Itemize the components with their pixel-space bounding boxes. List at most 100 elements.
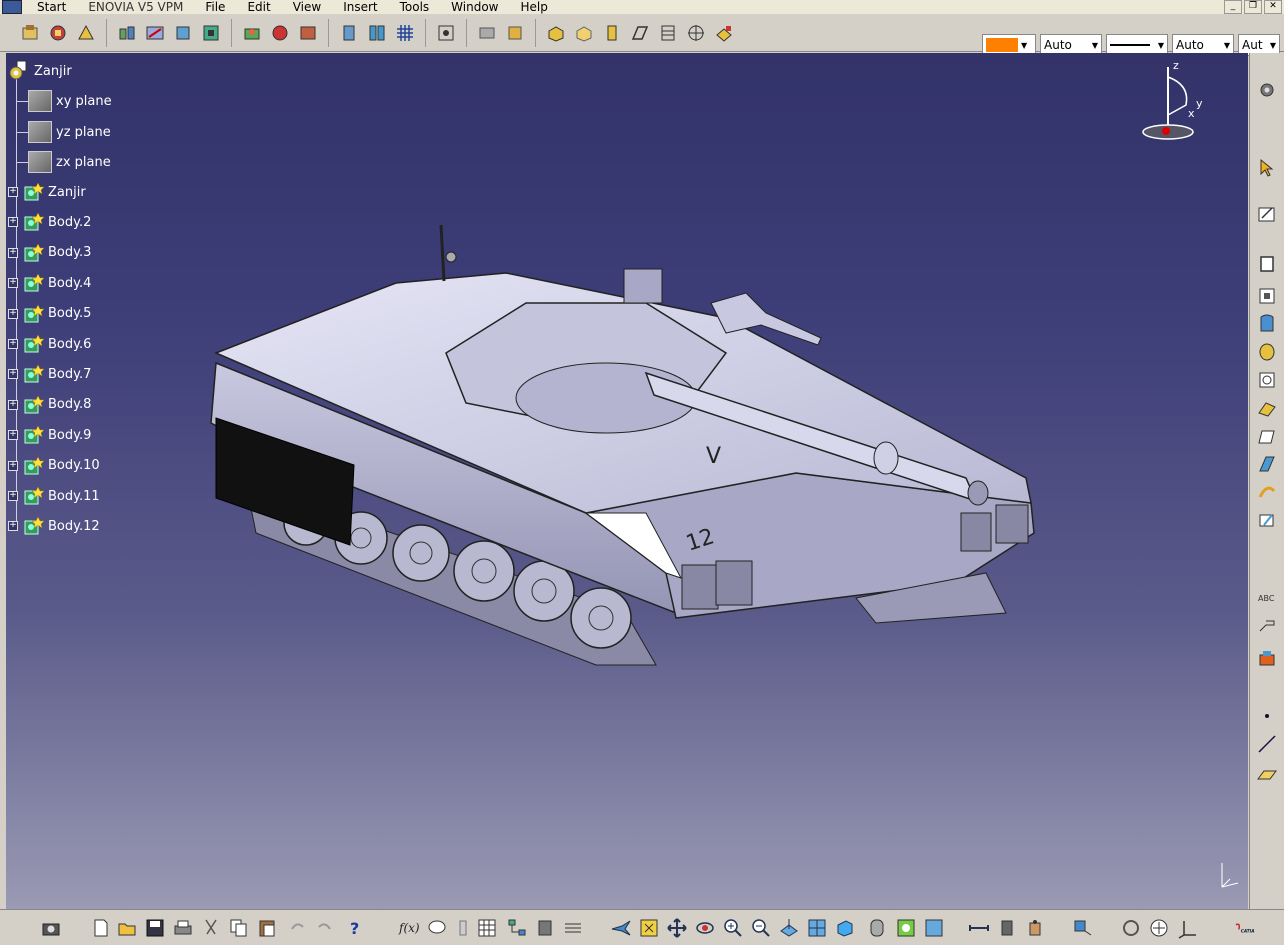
component-icon[interactable] bbox=[534, 917, 556, 939]
pocket-feature-icon[interactable] bbox=[1256, 285, 1278, 307]
menu-window[interactable]: Window bbox=[440, 0, 509, 14]
menu-start[interactable]: Start bbox=[26, 0, 77, 14]
hide-show-icon[interactable] bbox=[895, 917, 917, 939]
help-icon[interactable]: ? bbox=[344, 917, 366, 939]
comment-icon[interactable] bbox=[426, 917, 448, 939]
normal-view-icon[interactable] bbox=[778, 917, 800, 939]
pan-icon[interactable] bbox=[666, 917, 688, 939]
wireframe-icon[interactable] bbox=[629, 22, 651, 44]
cut-icon[interactable] bbox=[200, 917, 222, 939]
swap-icon[interactable] bbox=[1120, 917, 1142, 939]
copy-icon[interactable] bbox=[228, 917, 250, 939]
fit-all-icon[interactable] bbox=[638, 917, 660, 939]
menu-file[interactable]: File bbox=[194, 0, 236, 14]
table-icon[interactable] bbox=[476, 917, 498, 939]
material-icon[interactable] bbox=[269, 22, 291, 44]
restore-button[interactable]: ❐ bbox=[1244, 0, 1262, 14]
menu-edit[interactable]: Edit bbox=[236, 0, 281, 14]
brand-label: CATIA bbox=[1241, 928, 1255, 934]
zoom-in-icon[interactable] bbox=[722, 917, 744, 939]
menu-tools[interactable]: Tools bbox=[389, 0, 441, 14]
compass-tool-icon[interactable] bbox=[1148, 917, 1170, 939]
slot-icon[interactable] bbox=[1256, 425, 1278, 447]
publish-icon[interactable] bbox=[1072, 917, 1094, 939]
target-icon[interactable] bbox=[685, 22, 707, 44]
redo-icon[interactable] bbox=[314, 917, 336, 939]
catalog-icon[interactable] bbox=[452, 917, 474, 939]
stiffener-icon[interactable] bbox=[1256, 453, 1278, 475]
hole-icon[interactable] bbox=[1256, 341, 1278, 363]
select-icon[interactable] bbox=[1256, 157, 1278, 179]
app-icon[interactable] bbox=[2, 0, 22, 14]
measure-between-icon[interactable] bbox=[968, 917, 990, 939]
menu-enovia[interactable]: ENOVIA V5 VPM bbox=[77, 0, 194, 14]
text-icon[interactable]: ABC bbox=[1256, 587, 1278, 609]
split-icon[interactable] bbox=[366, 22, 388, 44]
grid-icon[interactable] bbox=[394, 22, 416, 44]
pad-icon[interactable] bbox=[172, 22, 194, 44]
rib-icon[interactable] bbox=[1256, 397, 1278, 419]
axis-system-icon[interactable] bbox=[1176, 917, 1198, 939]
fly-icon[interactable] bbox=[610, 917, 632, 939]
shaft-icon[interactable] bbox=[1256, 313, 1278, 335]
line-icon[interactable] bbox=[1256, 733, 1278, 755]
open-icon[interactable] bbox=[117, 917, 139, 939]
layer-icon[interactable] bbox=[504, 22, 526, 44]
save-all-icon[interactable] bbox=[241, 22, 263, 44]
product-icon[interactable] bbox=[19, 22, 41, 44]
paste-icon[interactable] bbox=[256, 917, 278, 939]
multi-view-icon[interactable] bbox=[806, 917, 828, 939]
minimize-button[interactable]: _ bbox=[1224, 0, 1242, 14]
new-icon[interactable] bbox=[90, 917, 112, 939]
rotate-icon[interactable] bbox=[694, 917, 716, 939]
undo-icon[interactable] bbox=[286, 917, 308, 939]
save-icon[interactable] bbox=[144, 917, 166, 939]
camera-icon[interactable] bbox=[40, 917, 62, 939]
bottom-toolbar: ? f(x) CATIA bbox=[0, 909, 1284, 945]
plane-icon[interactable] bbox=[1256, 763, 1278, 785]
render-icon[interactable] bbox=[297, 22, 319, 44]
fit-all-icon[interactable] bbox=[435, 22, 457, 44]
zoom-out-icon[interactable] bbox=[750, 917, 772, 939]
svg-text:ABC: ABC bbox=[1258, 594, 1275, 603]
sketch-icon[interactable] bbox=[1256, 203, 1278, 225]
grid-icon[interactable] bbox=[562, 917, 584, 939]
apply-material-icon[interactable] bbox=[1256, 647, 1278, 669]
hidden-edges-icon[interactable] bbox=[657, 22, 679, 44]
remove-icon[interactable] bbox=[1256, 509, 1278, 531]
menu-help[interactable]: Help bbox=[510, 0, 559, 14]
chevron-down-icon: ▼ bbox=[1223, 40, 1230, 50]
views-icon[interactable] bbox=[834, 917, 856, 939]
tank-model[interactable]: 12 V bbox=[6, 53, 1248, 909]
pocket-icon[interactable] bbox=[200, 22, 222, 44]
part-body-icon[interactable] bbox=[338, 22, 360, 44]
tools-icon[interactable] bbox=[476, 22, 498, 44]
print-icon[interactable] bbox=[172, 917, 194, 939]
color-swatch bbox=[986, 38, 1018, 52]
groove-icon[interactable] bbox=[1256, 369, 1278, 391]
sketcher-icon[interactable] bbox=[144, 22, 166, 44]
shading-material-icon[interactable] bbox=[601, 22, 623, 44]
measure-item-icon[interactable] bbox=[996, 917, 1018, 939]
measure-inertia-icon[interactable] bbox=[1024, 917, 1046, 939]
pad-feature-icon[interactable] bbox=[1256, 253, 1278, 275]
part-icon[interactable] bbox=[47, 22, 69, 44]
3d-viewport[interactable]: Zanjir xy plane yz plane zx plane + Zanji… bbox=[6, 53, 1248, 909]
shading-edges-icon[interactable] bbox=[545, 22, 567, 44]
flag-note-icon[interactable] bbox=[1256, 615, 1278, 637]
settings-icon[interactable] bbox=[1256, 79, 1278, 101]
swap-visible-icon[interactable] bbox=[923, 917, 945, 939]
customize-view-icon[interactable] bbox=[713, 22, 735, 44]
shading-icon[interactable] bbox=[573, 22, 595, 44]
menu-insert[interactable]: Insert bbox=[332, 0, 388, 14]
shape-icon[interactable] bbox=[75, 22, 97, 44]
assembly-icon[interactable] bbox=[116, 22, 138, 44]
tree-icon[interactable] bbox=[506, 917, 528, 939]
svg-text:f(x): f(x) bbox=[398, 921, 420, 935]
close-button[interactable]: ✕ bbox=[1264, 0, 1282, 14]
menu-view[interactable]: View bbox=[282, 0, 332, 14]
point-icon[interactable] bbox=[1256, 705, 1278, 727]
formula-icon[interactable]: f(x) bbox=[398, 917, 420, 939]
shading-mode-icon[interactable] bbox=[866, 917, 888, 939]
loft-icon[interactable] bbox=[1256, 481, 1278, 503]
